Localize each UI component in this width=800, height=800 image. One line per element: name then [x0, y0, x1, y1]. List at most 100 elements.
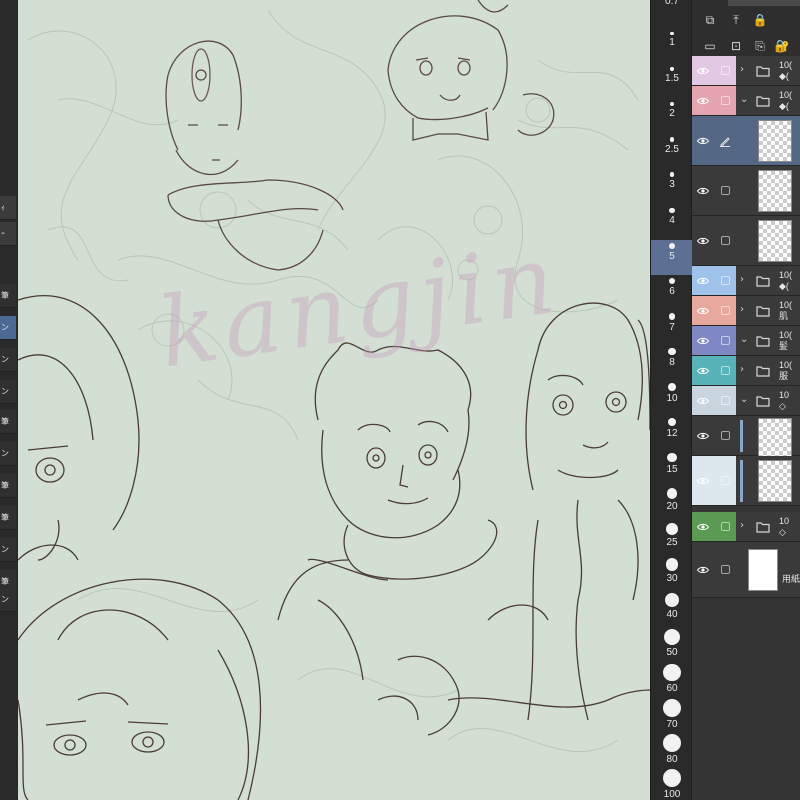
- layer-lock-checkbox[interactable]: [714, 216, 736, 265]
- left-panel-item[interactable]: 筆: [0, 474, 16, 498]
- lock-alpha-icon[interactable]: 🔐: [774, 38, 790, 54]
- visibility-eye-icon[interactable]: [692, 266, 714, 295]
- visibility-eye-icon[interactable]: [692, 512, 714, 541]
- brush-size-3[interactable]: 3: [651, 169, 693, 204]
- layer-folder-row[interactable]: › 10(◆(: [692, 56, 800, 86]
- brush-size-label: 1: [669, 37, 675, 49]
- layer-thumbnail: [758, 170, 792, 212]
- left-panel-item[interactable]: ン: [0, 316, 16, 340]
- layer-row[interactable]: [692, 456, 800, 506]
- copy-layer-icon[interactable]: ⧉: [702, 12, 718, 28]
- clip-icon[interactable]: ⎘: [752, 38, 768, 54]
- layer-lock-checkbox[interactable]: [714, 56, 736, 85]
- brush-size-70[interactable]: 70: [651, 696, 693, 731]
- new-raster-layer-icon[interactable]: ⤒: [728, 12, 744, 28]
- layer-row[interactable]: [692, 216, 800, 266]
- brush-size-25[interactable]: 25: [651, 520, 693, 555]
- chevron-right-icon[interactable]: ›: [740, 274, 744, 285]
- paper-layer-row[interactable]: 用紙: [692, 542, 800, 598]
- left-panel-item[interactable]: ン: [0, 538, 16, 562]
- brush-size-label: 30: [666, 572, 678, 584]
- chevron-down-icon[interactable]: ⌄: [740, 334, 748, 345]
- pen-icon[interactable]: [714, 116, 736, 165]
- layer-lock-checkbox[interactable]: [714, 386, 736, 415]
- brush-size-40[interactable]: 40: [651, 590, 693, 625]
- layer-lock-checkbox[interactable]: [714, 166, 736, 215]
- layer-lock-checkbox[interactable]: [714, 512, 736, 541]
- brush-size-1[interactable]: 1: [651, 29, 693, 64]
- brush-size-palette: 0.7 1 1.5 2 2.5 3 4 5 6 7 8 10 12 15 20 25 30 40 50 60 70 80 1…: [650, 0, 693, 800]
- layer-folder-row[interactable]: › 10(◆(: [692, 266, 800, 296]
- brush-size-50[interactable]: 50: [651, 626, 693, 661]
- brush-size-dot: [668, 383, 676, 391]
- layer-row[interactable]: [692, 416, 800, 460]
- layer-row[interactable]: [692, 116, 800, 166]
- layer-lock-checkbox[interactable]: [714, 266, 736, 295]
- left-panel-item[interactable]: ｰ: [0, 222, 16, 246]
- brush-size-6[interactable]: 6: [651, 275, 693, 310]
- chevron-right-icon[interactable]: ›: [740, 304, 744, 315]
- brush-size-4[interactable]: 4: [651, 205, 693, 240]
- layer-folder-row[interactable]: › 10(服: [692, 356, 800, 386]
- left-panel-item[interactable]: 筆: [0, 506, 16, 530]
- layer-lock-checkbox[interactable]: [714, 356, 736, 385]
- layer-lock-checkbox[interactable]: [714, 416, 736, 455]
- left-panel-item[interactable]: ｨ: [0, 196, 16, 220]
- visibility-eye-icon[interactable]: [692, 166, 714, 215]
- drawing-canvas[interactable]: kangjin: [18, 0, 650, 800]
- visibility-eye-icon[interactable]: [692, 542, 714, 597]
- visibility-eye-icon[interactable]: [692, 456, 714, 505]
- lock-icon[interactable]: 🔒: [752, 12, 768, 28]
- chevron-down-icon[interactable]: ⌄: [740, 394, 748, 405]
- brush-size-30[interactable]: 30: [651, 555, 693, 590]
- chevron-right-icon[interactable]: ›: [740, 520, 744, 531]
- layer-lock-checkbox[interactable]: [714, 326, 736, 355]
- new-vector-layer-icon[interactable]: ⊡: [728, 38, 744, 54]
- layer-folder-row[interactable]: › 10 ◇: [692, 512, 800, 542]
- layer-lock-checkbox[interactable]: [714, 542, 736, 597]
- brush-size-15[interactable]: 15: [651, 450, 693, 485]
- brush-size-1-5[interactable]: 1.5: [651, 64, 693, 99]
- left-panel-item[interactable]: ン: [0, 442, 16, 466]
- chevron-down-icon[interactable]: ⌄: [740, 94, 748, 105]
- left-panel-item[interactable]: 筆: [0, 410, 16, 434]
- brush-size-5[interactable]: 5: [651, 240, 693, 275]
- layer-lock-checkbox[interactable]: [714, 296, 736, 325]
- brush-size-10[interactable]: 10: [651, 380, 693, 415]
- new-folder-icon[interactable]: ▭: [702, 38, 718, 54]
- layer-thumbnail: [758, 418, 792, 460]
- visibility-eye-icon[interactable]: [692, 296, 714, 325]
- brush-size-2[interactable]: 2: [651, 99, 693, 134]
- visibility-eye-icon[interactable]: [692, 326, 714, 355]
- layer-row[interactable]: [692, 166, 800, 216]
- visibility-eye-icon[interactable]: [692, 86, 714, 115]
- brush-size-100[interactable]: 100: [651, 766, 693, 800]
- visibility-eye-icon[interactable]: [692, 386, 714, 415]
- brush-size-2-5[interactable]: 2.5: [651, 134, 693, 169]
- layer-folder-row[interactable]: › 10(肌: [692, 296, 800, 326]
- brush-size-0-7[interactable]: 0.7: [651, 0, 693, 29]
- layer-lock-checkbox[interactable]: [714, 456, 736, 505]
- layer-lock-checkbox[interactable]: [714, 86, 736, 115]
- left-panel-item[interactable]: ン: [0, 348, 16, 372]
- visibility-eye-icon[interactable]: [692, 56, 714, 85]
- visibility-eye-icon[interactable]: [692, 416, 714, 455]
- left-panel-item[interactable]: 筆: [0, 284, 16, 308]
- visibility-eye-icon[interactable]: [692, 116, 714, 165]
- left-panel-item[interactable]: ン: [0, 380, 16, 404]
- chevron-right-icon[interactable]: ›: [740, 364, 744, 375]
- left-panel-item[interactable]: ン: [0, 588, 16, 612]
- layer-folder-row[interactable]: ⌄ 10 ◇: [692, 386, 800, 416]
- visibility-eye-icon[interactable]: [692, 356, 714, 385]
- brush-size-20[interactable]: 20: [651, 485, 693, 520]
- brush-size-8[interactable]: 8: [651, 345, 693, 380]
- layer-folder-row[interactable]: ⌄ 10(髪: [692, 326, 800, 356]
- brush-size-80[interactable]: 80: [651, 731, 693, 766]
- folder-icon: [756, 275, 772, 287]
- layer-folder-row[interactable]: ⌄ 10(◆(: [692, 86, 800, 116]
- visibility-eye-icon[interactable]: [692, 216, 714, 265]
- brush-size-7[interactable]: 7: [651, 310, 693, 345]
- brush-size-60[interactable]: 60: [651, 661, 693, 696]
- brush-size-12[interactable]: 12: [651, 415, 693, 450]
- chevron-right-icon[interactable]: ›: [740, 64, 744, 75]
